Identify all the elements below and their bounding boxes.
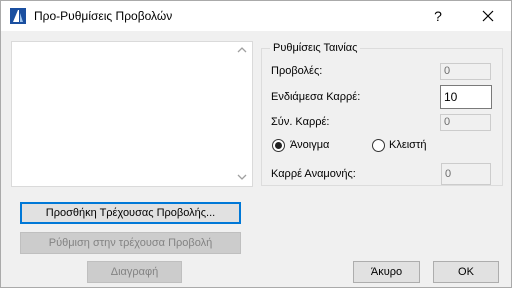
chevron-down-icon[interactable] xyxy=(235,171,249,183)
window-title: Προ-Ρυθμίσεις Προβολών xyxy=(34,9,173,23)
help-button[interactable]: ? xyxy=(421,3,455,29)
closed-radio-label[interactable]: Κλειστή xyxy=(389,139,426,151)
delete-button[interactable]: Διαγραφή xyxy=(87,261,182,283)
group-title: Ρυθμίσεις Ταινίας xyxy=(270,42,361,54)
wait-frames-label: Καρρέ Αναμονής: xyxy=(271,168,356,180)
archicad-icon xyxy=(10,8,26,24)
open-radio[interactable] xyxy=(272,139,285,152)
preset-views-dialog: Προ-Ρυθμίσεις Προβολών ? Ρυθμίσεις Ταινί… xyxy=(0,0,512,288)
total-frames-label: Σύν. Καρρέ: xyxy=(271,116,330,128)
total-frames-field: 0 xyxy=(440,114,491,131)
set-current-view-button[interactable]: Ρύθμιση στην τρέχουσα Προβολή xyxy=(20,232,241,254)
chevron-up-icon[interactable] xyxy=(235,44,249,56)
closed-radio[interactable] xyxy=(372,139,385,152)
close-button[interactable] xyxy=(469,3,507,29)
ok-button[interactable]: OK xyxy=(433,261,499,283)
open-radio-label[interactable]: Άνοιγμα xyxy=(290,139,329,151)
add-current-view-button[interactable]: Προσθήκη Τρέχουσας Προβολής... xyxy=(20,202,241,224)
title-bar: Προ-Ρυθμίσεις Προβολών ? xyxy=(1,1,511,31)
intermediate-frames-label: Ενδιάμεσα Καρρέ: xyxy=(271,91,361,103)
views-list[interactable] xyxy=(11,41,253,187)
intermediate-frames-input[interactable]: 10 xyxy=(440,85,492,109)
cancel-button[interactable]: Άκυρο xyxy=(353,261,420,283)
views-label: Προβολές: xyxy=(271,65,323,77)
views-field: 0 xyxy=(440,63,491,80)
close-icon xyxy=(469,10,507,32)
wait-frames-field: 0 xyxy=(441,163,491,185)
